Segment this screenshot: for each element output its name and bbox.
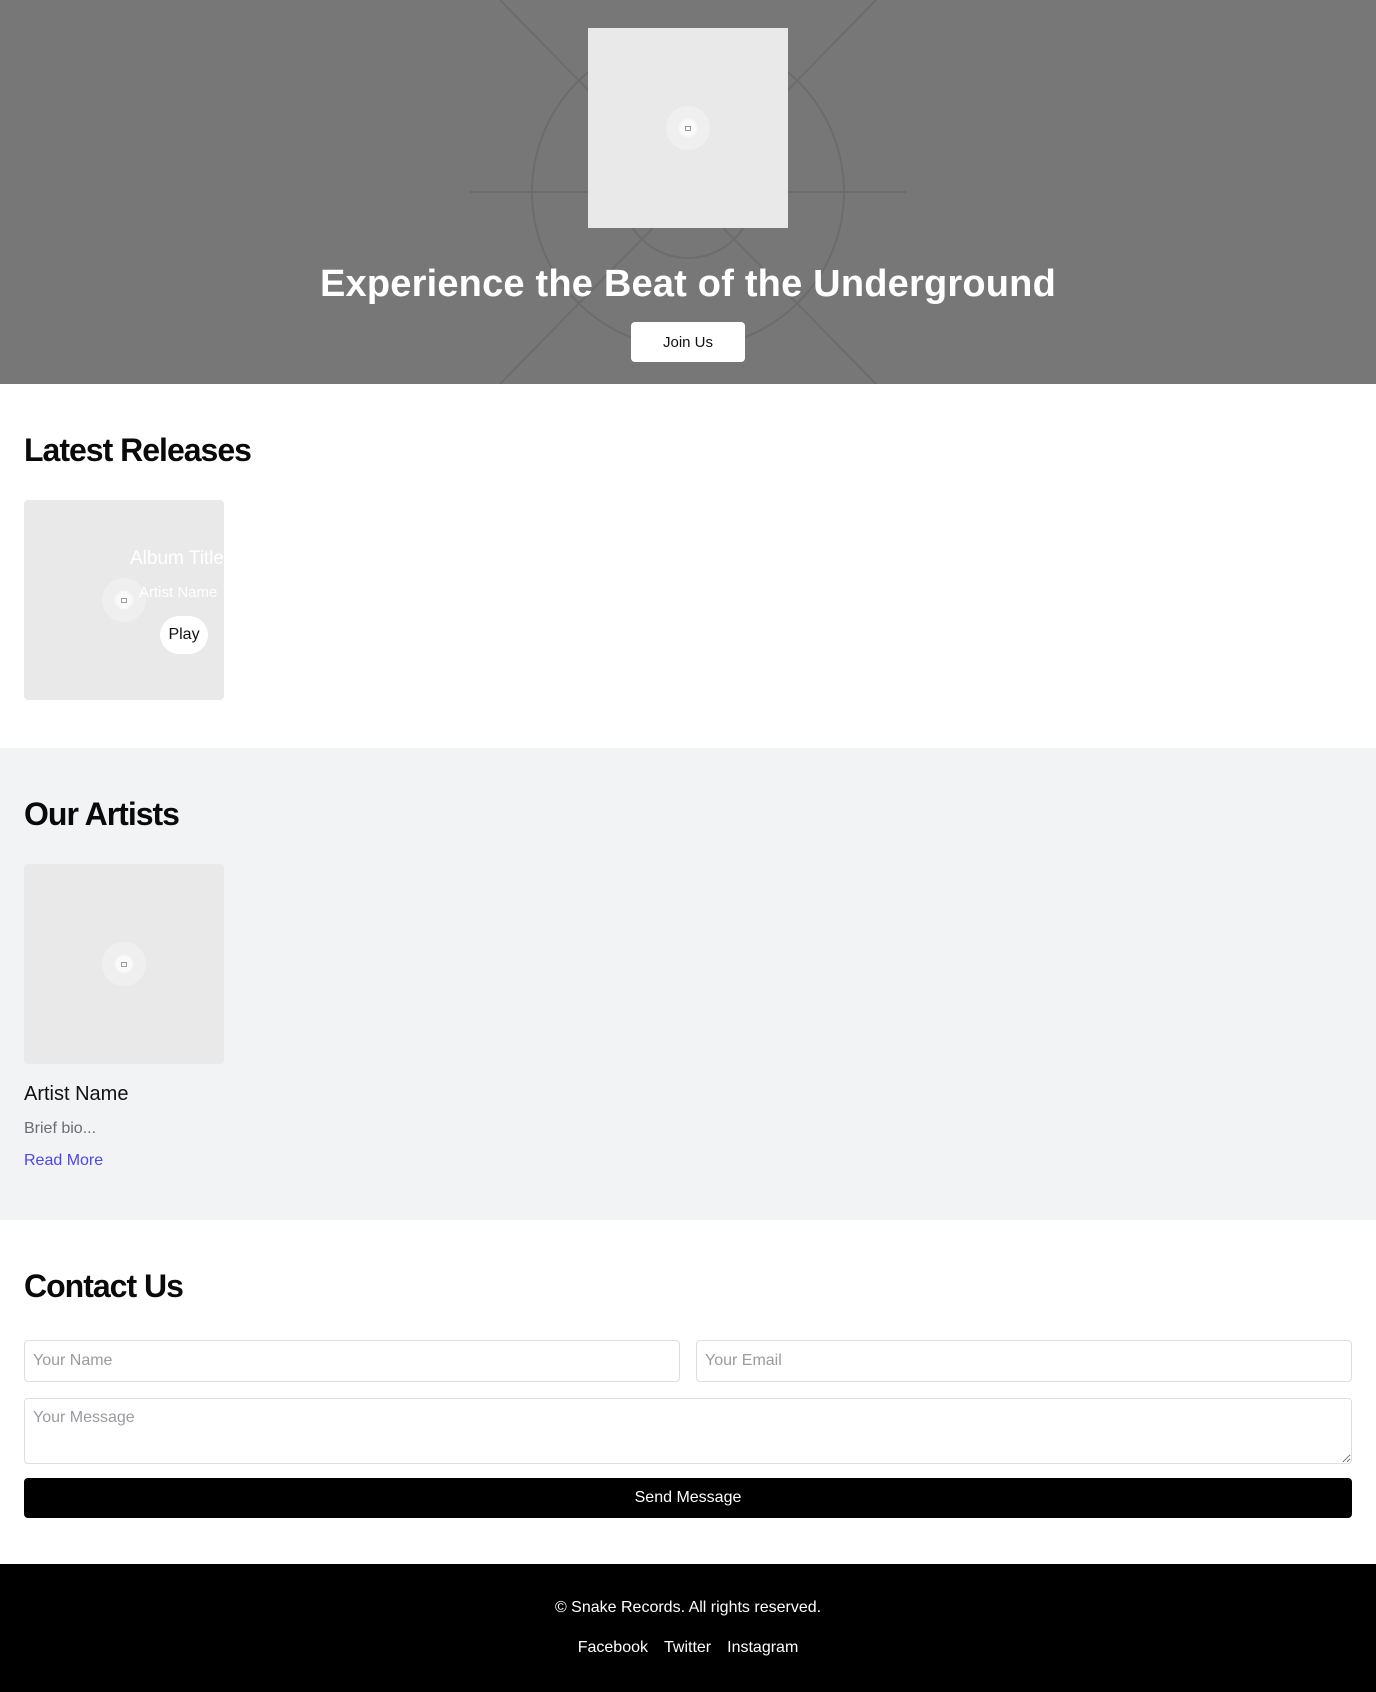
copyright-text: © Snake Records. All rights reserved.	[554, 1599, 822, 1616]
image-placeholder-icon	[666, 106, 710, 150]
contact-form-row	[24, 1340, 1352, 1382]
read-more-link[interactable]: Read More	[24, 1151, 103, 1171]
send-message-button[interactable]: Send Message	[24, 1478, 1352, 1518]
facebook-link[interactable]: Facebook	[578, 1638, 648, 1658]
latest-releases-section: Latest Releases Album Title Artist Name …	[0, 384, 1376, 748]
artist-name: Artist Name	[24, 1083, 129, 1105]
hero-image	[588, 28, 788, 228]
twitter-link[interactable]: Twitter	[664, 1638, 711, 1658]
contact-section: Contact Us Send Message	[0, 1220, 1376, 1564]
section-title-contact: Contact Us	[24, 1268, 184, 1304]
hero-section: Experience the Beat of the Underground J…	[0, 0, 1376, 384]
social-links: Facebook Twitter Instagram	[578, 1638, 799, 1658]
join-us-button[interactable]: Join Us	[631, 322, 745, 362]
section-title-releases: Latest Releases	[24, 432, 252, 468]
name-field[interactable]	[24, 1340, 680, 1382]
artist-image	[24, 864, 224, 1064]
hero-title: Experience the Beat of the Underground	[319, 263, 1057, 305]
footer: © Snake Records. All rights reserved. Fa…	[0, 1564, 1376, 1692]
album-artist: Artist Name	[139, 584, 218, 601]
email-field[interactable]	[696, 1340, 1352, 1382]
release-card[interactable]: Album Title Artist Name Play	[24, 500, 224, 700]
our-artists-section: Our Artists Artist Name Brief bio... Rea…	[0, 748, 1376, 1220]
message-field[interactable]	[24, 1398, 1352, 1464]
image-placeholder-icon	[102, 942, 146, 986]
instagram-link[interactable]: Instagram	[727, 1638, 798, 1658]
album-title: Album Title	[130, 548, 224, 569]
section-title-artists: Our Artists	[24, 796, 180, 832]
artist-bio: Brief bio...	[24, 1120, 97, 1137]
play-button[interactable]: Play	[160, 616, 208, 654]
